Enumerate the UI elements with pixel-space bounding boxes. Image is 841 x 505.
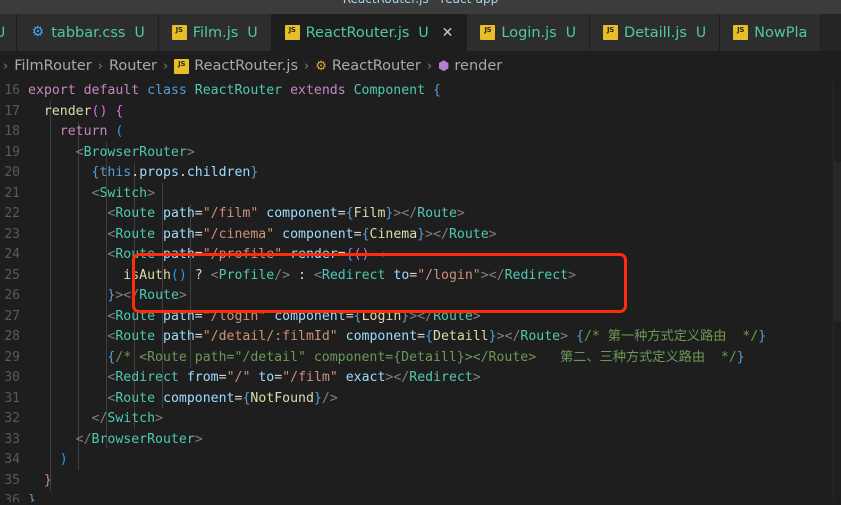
breadcrumb-separator: ›	[304, 58, 310, 74]
editor-scrollbar[interactable]	[833, 162, 841, 505]
tab-modified-indicator: U	[247, 24, 258, 41]
editor-right-border	[833, 81, 834, 505]
js-icon	[733, 25, 749, 40]
js-icon	[480, 25, 496, 40]
line-number: 23	[4, 226, 20, 242]
breadcrumb-label: ReactRouter	[331, 58, 421, 74]
code-line[interactable]: return (	[22, 122, 833, 143]
tab-partial-left[interactable]: U	[0, 14, 18, 51]
js-icon	[284, 25, 300, 40]
code-content[interactable]: export default class ReactRouter extends…	[22, 81, 833, 505]
line-number: 18	[4, 124, 20, 139]
line-number: 31	[4, 390, 20, 406]
editor-tabbar[interactable]: U ⚙ tabbar.css U Film.js U ReactRouter.j…	[0, 14, 841, 51]
breadcrumb[interactable]: › FilmRouter › Router › ReactRouter.js ›…	[0, 51, 841, 81]
line-number: 17	[4, 103, 20, 119]
window-title: ReactRouter.js - react-app	[0, 0, 841, 6]
line-number: 28	[4, 329, 20, 344]
breadcrumb-label: ReactRouter.js	[194, 58, 299, 74]
tab-label: Login.js	[501, 24, 557, 41]
breadcrumb-separator: ›	[163, 58, 169, 74]
tab-modified-indicator: U	[134, 24, 145, 41]
line-number: 22	[4, 206, 20, 221]
line-number: 35	[4, 472, 20, 488]
code-editor[interactable]: 16 17 18 19 20 21 22 23 24 25 26 27 28 2…	[0, 81, 841, 505]
code-line[interactable]: </Switch>	[22, 409, 833, 430]
code-line[interactable]: <Route path="/film" component={Film}></R…	[22, 204, 833, 225]
line-number: 34	[4, 452, 20, 467]
scrollbar-thumb[interactable]	[833, 162, 841, 322]
tab-modified-indicator: U	[695, 24, 707, 41]
breadcrumb-separator: ›	[97, 58, 103, 74]
code-line[interactable]: render() {	[22, 102, 833, 123]
method-icon: ⬢	[438, 58, 450, 74]
tab-label: NowPla	[754, 24, 808, 41]
tab-tabbar-css[interactable]: ⚙ tabbar.css U	[17, 14, 159, 51]
line-number: 32	[4, 411, 20, 426]
breadcrumb-label: FilmRouter	[14, 58, 92, 74]
code-line[interactable]: isAuth() ? <Profile/> : <Redirect to="/l…	[22, 266, 833, 287]
code-line[interactable]: <Route path="/detail/:filmId" component=…	[22, 327, 833, 348]
tab-modified-indicator: U	[418, 24, 429, 41]
close-icon[interactable]: ✕	[442, 26, 454, 40]
line-number: 29	[4, 349, 20, 365]
js-icon	[171, 25, 187, 40]
tab-label: Film.js	[192, 24, 239, 41]
tab-label: Detaill.js	[623, 24, 687, 41]
code-line[interactable]: </BrowserRouter>	[22, 430, 833, 451]
code-line[interactable]: <Route component={NotFound}/>	[22, 389, 833, 410]
line-number: 24	[4, 247, 20, 262]
breadcrumb-label: render	[454, 58, 503, 74]
line-number: 20	[4, 165, 20, 180]
code-line[interactable]: <Route path="/profile" render={() ⇒	[22, 245, 833, 266]
window-titlebar: ReactRouter.js - react-app	[0, 0, 841, 14]
tab-film-js[interactable]: Film.js U	[158, 14, 272, 51]
tab-detaill-js[interactable]: Detaill.js U	[589, 14, 721, 51]
code-line[interactable]: )	[22, 450, 833, 471]
tab-reactrouter-js[interactable]: ReactRouter.js U ✕	[271, 14, 468, 51]
line-number: 19	[4, 144, 20, 160]
code-line[interactable]: {this.props.children}	[22, 163, 833, 184]
line-number: 27	[4, 308, 20, 324]
tab-modified-indicator: U	[565, 24, 576, 41]
breadcrumb-item-render-method[interactable]: ⬢ render	[438, 58, 502, 74]
code-line[interactable]: <Route path="/cinema" component={Cinema}…	[22, 225, 833, 246]
code-line[interactable]: }></Route>	[22, 286, 833, 307]
js-icon	[602, 25, 618, 40]
class-icon: ⚙	[315, 58, 327, 74]
line-number: 30	[4, 370, 20, 385]
code-line[interactable]: <BrowserRouter>	[22, 143, 833, 164]
breadcrumb-item-reactrouter-class[interactable]: ⚙ ReactRouter	[315, 58, 421, 74]
line-number-gutter: 16 17 18 19 20 21 22 23 24 25 26 27 28 2…	[0, 81, 22, 505]
line-number: 33	[4, 431, 20, 447]
breadcrumb-item-filmrouter[interactable]: FilmRouter	[14, 58, 92, 74]
code-line[interactable]: }	[22, 471, 833, 492]
code-line[interactable]: <Redirect from="/" to="/film" exact></Re…	[22, 368, 833, 389]
tab-label: ReactRouter.js	[305, 24, 410, 41]
code-line[interactable]: {/* <Route path="/detail" component={Det…	[22, 348, 833, 369]
code-line[interactable]: <Switch>	[22, 184, 833, 205]
tab-modified-indicator: U	[0, 24, 6, 41]
css-icon: ⚙	[31, 24, 45, 40]
line-number: 26	[4, 288, 20, 303]
tab-login-js[interactable]: Login.js U	[467, 14, 590, 51]
tab-nowplaying-js[interactable]: NowPla	[720, 14, 822, 51]
breadcrumb-separator: ›	[3, 58, 9, 74]
code-line[interactable]: export default class ReactRouter extends…	[22, 81, 833, 102]
breadcrumb-separator: ›	[426, 58, 433, 74]
tab-label: tabbar.css	[51, 24, 126, 41]
code-line[interactable]: <Route path="/login" component={Login}><…	[22, 307, 833, 328]
js-icon	[174, 58, 190, 74]
breadcrumb-label: Router	[108, 58, 157, 74]
line-number: 21	[4, 185, 20, 201]
vscode-window: ReactRouter.js - react-app U ⚙ tabbar.cs…	[0, 0, 841, 505]
line-number: 25	[4, 267, 20, 283]
breadcrumb-item-reactrouter-js[interactable]: ReactRouter.js	[174, 58, 298, 74]
breadcrumb-item-router[interactable]: Router	[109, 58, 157, 74]
line-number: 16	[4, 83, 20, 98]
